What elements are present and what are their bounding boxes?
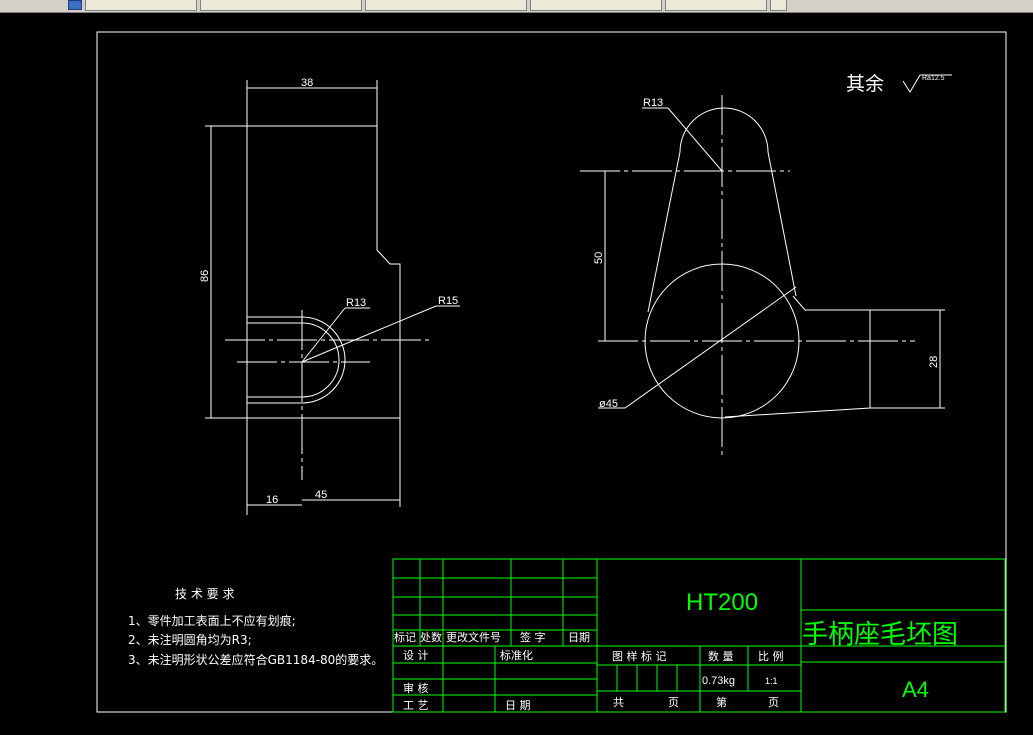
rev-change-doc: 更改文件号 [446,630,501,644]
scale-value: 1:1 [765,676,778,686]
rev-count: 处数 [420,631,442,644]
dim-45-label: 45 [315,489,327,501]
tech-req-item-1: 1、零件加工表面上不应有划痕; [128,613,296,628]
dim-50-label: 50 [593,252,605,264]
tech-req-title: 技 术 要 求 [175,587,234,601]
toolbar-tab-4[interactable] [530,0,662,11]
slot-outer-contour [247,316,346,404]
material-label: HT200 [686,589,758,616]
dim-d45-label: ø45 [599,398,618,410]
right-view [580,95,945,455]
toolbar-tab-5[interactable] [665,0,767,11]
toolbar-tab-1[interactable] [85,0,197,11]
title-block-text: HT200 手柄座毛坯图 A4 标记 处数 更改文件号 签 字 日期 设 计 标… [394,589,958,712]
weight-value: 0.73kg [702,675,735,687]
top-arc-r13 [679,107,769,153]
total-label: 共 [613,696,624,709]
cad-drawing[interactable]: 其余 Ra12.5 38 86 R13 R15 16 45 R13 50 ø45… [0,12,1033,735]
scale-header: 比 例 [758,649,784,663]
rev-sign: 签 字 [520,630,546,644]
surface-note-label: 其余 [846,73,884,95]
leader-r13-right [667,107,723,172]
page-b-label: 页 [768,696,779,709]
surface-roughness-note: 其余 Ra12.5 [846,73,952,95]
page-a-label: 页 [668,696,679,709]
toolbar-tab-6[interactable] [770,0,787,11]
dim-38-label: 38 [301,77,313,89]
dim-86-label: 86 [199,270,211,282]
left-view [205,80,460,515]
dim-r13-left-label: R13 [346,297,366,309]
leader-d45 [624,286,797,409]
dim-16-label: 16 [266,494,278,506]
review-label: 审 核 [403,681,429,695]
leader-r15 [301,305,437,363]
toolbar-tab-3[interactable] [365,0,527,11]
rev-mark: 标记 [394,630,416,644]
dim-28-label: 28 [928,356,940,368]
date2-label: 日 期 [505,699,531,712]
process-label: 工 艺 [403,699,429,712]
toolbar-tab-2[interactable] [200,0,362,11]
left-view-outline [246,125,401,419]
sheet-size-label: A4 [902,677,929,702]
tech-req-item-2: 2、未注明圆角均为R3; [128,632,252,647]
surface-note-value: Ra12.5 [922,75,945,82]
standardize-label: 标准化 [500,648,533,662]
part-name-label: 手柄座毛坯图 [802,620,958,650]
taper-right-line [767,151,797,297]
stage-mark-label: 图 样 标 记 [612,649,667,663]
dim-r15-label: R15 [438,295,458,307]
dim-r13-right-label: R13 [643,97,663,109]
drawing-file-icon[interactable] [68,0,82,10]
design-label: 设 计 [403,649,429,662]
slot-inner-contour [247,322,340,398]
weight-header: 数 量 [708,650,734,663]
taper-left-line [647,151,681,313]
nth-label: 第 [716,695,727,709]
tech-req-item-3: 3、未注明形状公差应符合GB1184-80的要求。 [128,652,383,667]
rev-date: 日期 [568,631,590,644]
